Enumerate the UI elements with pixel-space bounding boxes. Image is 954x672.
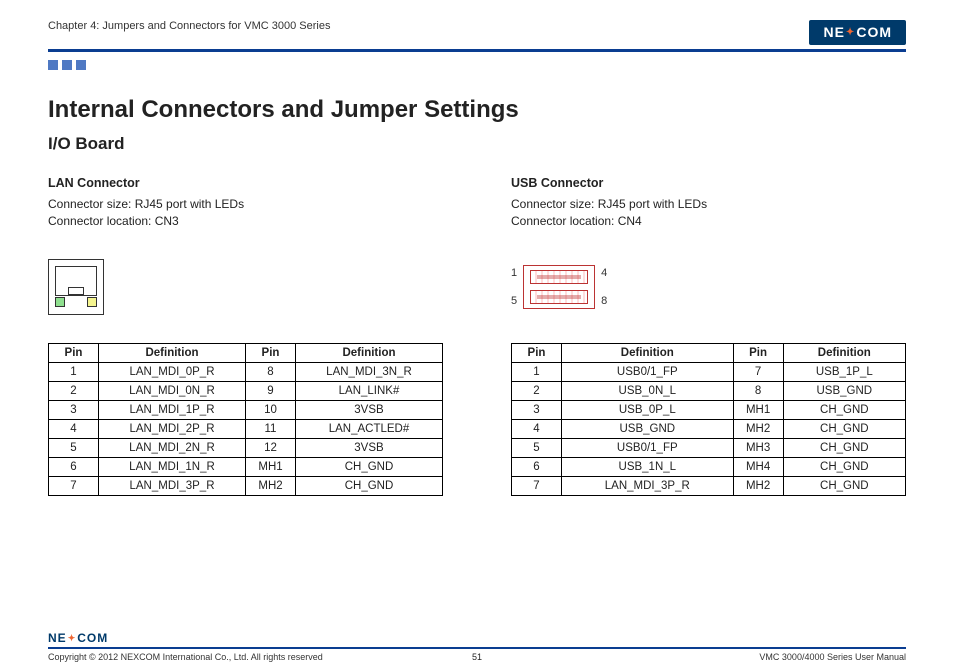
- copyright-text: Copyright © 2012 NEXCOM International Co…: [48, 652, 323, 662]
- usb-title: USB Connector: [511, 176, 906, 190]
- table-row: 5LAN_MDI_2N_R123VSB: [49, 438, 443, 457]
- lan-meta: Connector size: RJ45 port with LEDs Conn…: [48, 196, 443, 231]
- table-row: 7LAN_MDI_3P_RMH2CH_GND: [512, 476, 906, 495]
- chapter-title: Chapter 4: Jumpers and Connectors for VM…: [48, 20, 330, 32]
- table-row: 3LAN_MDI_1P_R103VSB: [49, 400, 443, 419]
- lan-section: LAN Connector Connector size: RJ45 port …: [48, 176, 443, 496]
- table-row: 2LAN_MDI_0N_R9LAN_LINK#: [49, 381, 443, 400]
- usb-pin-4-label: 4: [601, 267, 607, 279]
- lan-pin-table: PinDefinitionPinDefinition 1LAN_MDI_0P_R…: [48, 343, 443, 496]
- table-row: 4USB_GNDMH2CH_GND: [512, 419, 906, 438]
- table-row: 2USB_0N_L8USB_GND: [512, 381, 906, 400]
- table-row: 1LAN_MDI_0P_R8LAN_MDI_3N_R: [49, 362, 443, 381]
- usb-port-bottom-icon: [530, 290, 588, 304]
- doc-title: VMC 3000/4000 Series User Manual: [759, 652, 906, 662]
- footer-logo: NE✦COM: [48, 630, 906, 647]
- usb-port-top-icon: [530, 270, 588, 284]
- nexcom-logo: NE✦COM: [809, 20, 906, 45]
- led-green-icon: [55, 297, 65, 307]
- usb-pin-1-label: 1: [511, 267, 517, 279]
- page-number: 51: [472, 652, 482, 662]
- usb-pin-table: PinDefinitionPinDefinition 1USB0/1_FP7US…: [511, 343, 906, 496]
- lan-title: LAN Connector: [48, 176, 443, 190]
- usb-diagram: 1 5 4 8: [511, 265, 607, 309]
- page-subtitle: I/O Board: [48, 134, 906, 154]
- table-row: 3USB_0P_LMH1CH_GND: [512, 400, 906, 419]
- table-row: 1USB0/1_FP7USB_1P_L: [512, 362, 906, 381]
- table-row: 7LAN_MDI_3P_RMH2CH_GND: [49, 476, 443, 495]
- usb-section: USB Connector Connector size: RJ45 port …: [511, 176, 906, 496]
- page-title: Internal Connectors and Jumper Settings: [48, 96, 906, 124]
- table-row: 6USB_1N_LMH4CH_GND: [512, 457, 906, 476]
- led-yellow-icon: [87, 297, 97, 307]
- rj45-diagram: [48, 259, 104, 315]
- table-row: 5USB0/1_FPMH3CH_GND: [512, 438, 906, 457]
- usb-pin-5-label: 5: [511, 295, 517, 307]
- table-row: 4LAN_MDI_2P_R11LAN_ACTLED#: [49, 419, 443, 438]
- usb-meta: Connector size: RJ45 port with LEDs Conn…: [511, 196, 906, 231]
- header-rule: [48, 49, 906, 52]
- table-row: 6LAN_MDI_1N_RMH1CH_GND: [49, 457, 443, 476]
- decorative-squares: [48, 60, 906, 70]
- logo-star-icon: ✦: [846, 27, 855, 38]
- usb-pin-8-label: 8: [601, 295, 607, 307]
- footer-logo-star-icon: ✦: [68, 633, 77, 644]
